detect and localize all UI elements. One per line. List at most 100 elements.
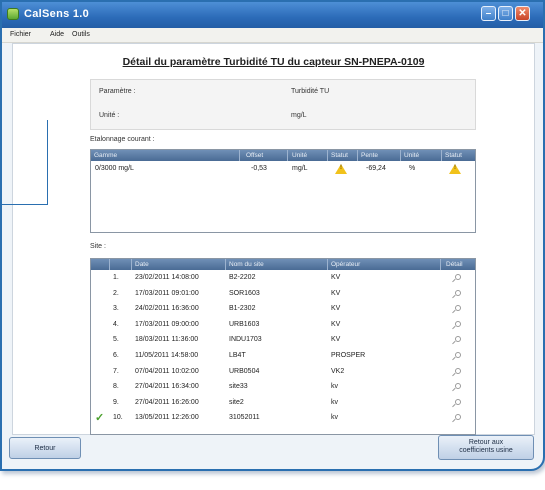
magnifier-icon[interactable] <box>455 274 461 280</box>
cell-date: 17/03/2011 09:00:00 <box>135 320 199 328</box>
site-table[interactable]: Date Nom du site Opérateur Détail 1. 23/0… <box>90 258 476 435</box>
magnifier-icon[interactable] <box>455 289 461 296</box>
cell-pente: -69,24 <box>366 165 386 172</box>
title-bar: CalSens 1.0 – □ ✕ <box>2 2 543 28</box>
cell-operateur: PROSPER <box>331 352 366 359</box>
param-label: Paramètre : <box>99 88 136 95</box>
cell-date: 11/05/2011 14:58:00 <box>135 352 199 359</box>
cell-num: 2. <box>113 289 119 297</box>
cell-date: 17/03/2011 09:01:00 <box>135 289 199 297</box>
retour-coefficients-usine-button[interactable]: Retour aux coefficients usine <box>438 435 534 460</box>
cell-num: 8. <box>113 383 119 391</box>
magnifier-icon[interactable] <box>455 305 461 312</box>
site-table-row[interactable]: 2. 17/03/2011 09:01:00 SOR1603 KV <box>91 289 475 301</box>
cell-nom-site: site2 <box>229 398 244 406</box>
magnifier-icon[interactable] <box>455 383 461 390</box>
site-table-row[interactable]: 3. 24/02/2011 16:36:00 B1-2302 KV <box>91 304 475 316</box>
magnifier-icon[interactable] <box>455 367 461 374</box>
decorative-line <box>47 120 48 205</box>
cell-operateur: KV <box>331 274 341 281</box>
site-table-row[interactable]: 6. 11/05/2011 14:58:00 LB4T PROSPER <box>91 351 475 363</box>
magnifier-icon[interactable] <box>455 352 461 358</box>
cell-nom-site: SOR1603 <box>229 289 260 297</box>
cell-num: 1. <box>113 274 119 281</box>
parameter-info-box: Paramètre : Turbidité TU Unité : mg/L <box>90 79 476 130</box>
retour-coef-label-2: coefficients usine <box>459 447 513 454</box>
warning-icon: ! <box>449 164 461 174</box>
cell-num: 6. <box>113 352 119 359</box>
app-window: CalSens 1.0 – □ ✕ Fichier Aide Outils Dé… <box>0 0 545 471</box>
window-title: CalSens 1.0 <box>24 8 90 20</box>
cell-num: 9. <box>113 398 119 406</box>
site-table-row[interactable]: 8. 27/04/2011 16:34:00 site33 kv <box>91 382 475 394</box>
menu-aide[interactable]: Aide <box>50 31 64 38</box>
cell-operateur: VK2 <box>331 367 345 375</box>
cell-date: 18/03/2011 11:36:00 <box>135 336 199 344</box>
etalonnage-table[interactable]: Gamme Offset Unité Statut Pente Unité St… <box>90 149 476 233</box>
cell-num: 3. <box>113 305 119 313</box>
cell-date: 07/04/2011 10:02:00 <box>135 367 199 375</box>
page-title: Détail du paramètre Turbidité TU du capt… <box>122 56 425 68</box>
cell-date: 24/02/2011 16:36:00 <box>135 305 199 313</box>
menu-outils[interactable]: Outils <box>72 31 90 38</box>
retour-button[interactable]: Retour <box>9 437 81 459</box>
cell-operateur: KV <box>331 305 341 313</box>
site-table-row[interactable]: 10. 13/05/2011 12:26:00 31052011 kv ✓ <box>91 412 475 425</box>
col-offset[interactable]: Offset <box>246 152 263 159</box>
col-operateur[interactable]: Opérateur <box>331 261 360 268</box>
decorative-line <box>0 204 48 205</box>
param-value: Turbidité TU <box>291 88 330 95</box>
col-date[interactable]: Date <box>135 261 149 268</box>
menu-fichier[interactable]: Fichier <box>10 31 31 38</box>
minimize-icon: – <box>485 8 492 19</box>
close-button[interactable]: ✕ <box>515 6 530 21</box>
close-icon: ✕ <box>518 8 527 19</box>
cell-num: 10. <box>113 414 123 422</box>
col-gamme[interactable]: Gamme <box>94 152 117 159</box>
col-statut-1[interactable]: Statut <box>331 152 348 159</box>
cell-unite-1: mg/L <box>292 165 308 172</box>
site-table-row[interactable]: 9. 27/04/2011 16:26:00 site2 kv <box>91 398 475 410</box>
magnifier-icon[interactable] <box>455 414 461 421</box>
magnifier-icon[interactable] <box>455 336 461 343</box>
site-table-row[interactable]: 5. 18/03/2011 11:36:00 INDU1703 KV <box>91 335 475 347</box>
etalonnage-label: Etalonnage courant : <box>90 136 155 143</box>
warning-icon: ! <box>335 164 347 174</box>
cell-operateur: kv <box>331 414 338 422</box>
cell-unite-2: % <box>409 165 416 172</box>
col-unite-2[interactable]: Unité <box>404 152 419 159</box>
cell-nom-site: 31052011 <box>229 414 260 422</box>
cell-nom-site: INDU1703 <box>229 336 262 344</box>
main-panel: Détail du paramètre Turbidité TU du capt… <box>12 43 535 435</box>
cell-nom-site: URB0504 <box>229 367 260 375</box>
cell-operateur: kv <box>331 383 338 391</box>
site-header: Date Nom du site Opérateur Détail <box>91 259 475 270</box>
maximize-button[interactable]: □ <box>498 6 513 21</box>
col-statut-2[interactable]: Statut <box>445 152 462 159</box>
cell-offset: -0,53 <box>251 165 267 172</box>
cell-operateur: KV <box>331 289 341 297</box>
cell-operateur: KV <box>331 336 341 344</box>
menu-bar: Fichier Aide Outils <box>2 28 543 43</box>
cell-date: 13/05/2011 12:26:00 <box>135 414 199 422</box>
col-detail[interactable]: Détail <box>446 261 463 268</box>
site-table-row[interactable]: 4. 17/03/2011 09:00:00 URB1603 KV <box>91 320 475 332</box>
magnifier-icon[interactable] <box>455 320 461 327</box>
col-pente[interactable]: Pente <box>361 152 378 159</box>
cell-date: 27/04/2011 16:34:00 <box>135 383 199 391</box>
cell-num: 4. <box>113 320 119 328</box>
site-table-row[interactable]: 7. 07/04/2011 10:02:00 URB0504 VK2 <box>91 367 475 379</box>
site-table-row[interactable]: 1. 23/02/2011 14:08:00 B2-2202 KV <box>91 273 475 285</box>
cell-num: 5. <box>113 336 119 344</box>
col-nom-site[interactable]: Nom du site <box>229 261 264 268</box>
retour-coef-label-1: Retour aux <box>468 439 504 446</box>
magnifier-icon[interactable] <box>455 398 461 405</box>
cell-date: 27/04/2011 16:26:00 <box>135 398 199 406</box>
unit-value: mg/L <box>291 112 307 119</box>
col-unite-1[interactable]: Unité <box>292 152 307 159</box>
cell-nom-site: LB4T <box>229 352 246 359</box>
cell-date: 23/02/2011 14:08:00 <box>135 274 199 281</box>
maximize-icon: □ <box>502 8 509 19</box>
cell-operateur: KV <box>331 320 341 328</box>
minimize-button[interactable]: – <box>481 6 496 21</box>
